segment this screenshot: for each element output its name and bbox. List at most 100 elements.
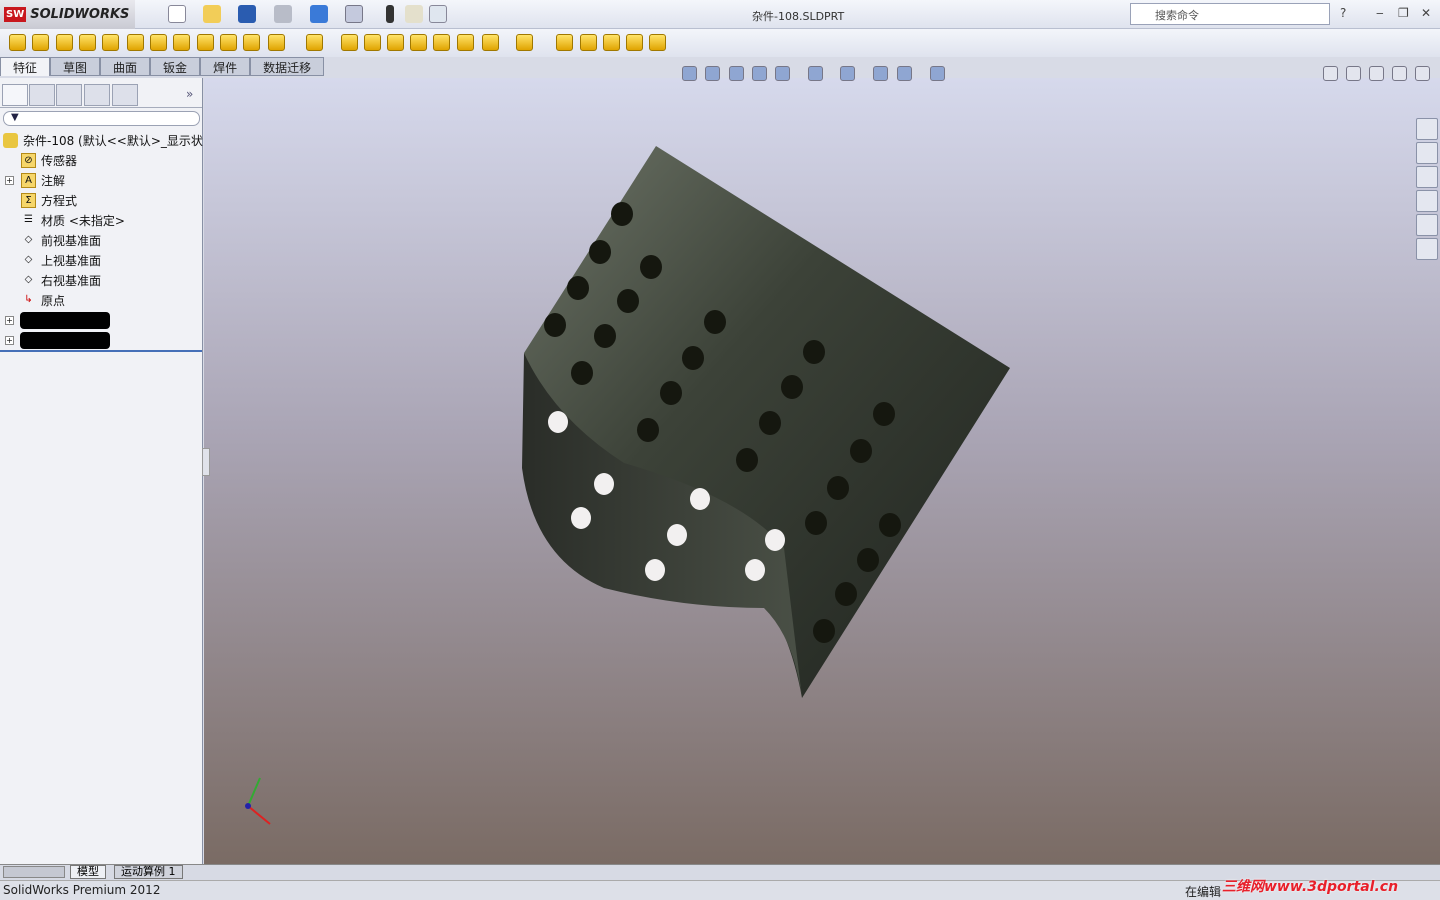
tab-sketch[interactable]: 草图 (50, 57, 101, 76)
feature-tool-icon[interactable] (364, 34, 381, 51)
tree-item-front-plane[interactable]: ◇ 前视基准面 (0, 230, 203, 250)
graphics-viewport[interactable] (204, 78, 1440, 864)
help-button[interactable]: ? (1340, 6, 1346, 20)
feature-tool-icon[interactable] (649, 34, 666, 51)
rollback-bar[interactable] (0, 350, 202, 352)
file-properties-icon[interactable] (405, 5, 423, 23)
view-tool-icon[interactable] (705, 66, 720, 81)
print-icon[interactable] (274, 5, 292, 23)
dimxpert-tab-icon[interactable] (84, 84, 110, 106)
search-commands-input[interactable]: 搜索命令 (1130, 3, 1330, 25)
options-icon[interactable] (429, 5, 447, 23)
open-folder-icon[interactable] (203, 5, 221, 23)
display-manager-tab-icon[interactable] (112, 84, 138, 106)
tab-weldments[interactable]: 焊件 (200, 57, 251, 76)
viewport-window-control-icon[interactable] (1346, 66, 1361, 81)
restore-button[interactable]: ❐ (1398, 6, 1409, 20)
feature-tool-icon[interactable] (173, 34, 190, 51)
viewport-window-control-icon[interactable] (1369, 66, 1384, 81)
file-explorer-icon[interactable] (1416, 166, 1438, 188)
view-tool-icon[interactable] (682, 66, 697, 81)
tab-sheet-metal[interactable]: 钣金 (150, 57, 201, 76)
feature-tool-icon[interactable] (433, 34, 450, 51)
tree-item-sensors[interactable]: ⊘ 传感器 (0, 150, 203, 170)
feature-tool-icon[interactable] (79, 34, 96, 51)
feature-tool-icon[interactable] (387, 34, 404, 51)
tab-model[interactable]: 模型 (70, 865, 106, 879)
home-resources-icon[interactable] (1416, 118, 1438, 140)
feature-tool-icon[interactable] (410, 34, 427, 51)
configuration-manager-tab-icon[interactable] (56, 84, 82, 106)
new-document-icon[interactable] (168, 5, 186, 23)
view-tool-icon[interactable] (930, 66, 945, 81)
feature-tool-icon[interactable] (150, 34, 167, 51)
feature-tool-icon[interactable] (482, 34, 499, 51)
feature-tree: 杂件-108 (默认<<默认>_显示状 ⊘ 传感器 + A 注解 Σ 方程式 ☰ 材质 <… (0, 130, 203, 350)
panel-collapse-handle[interactable] (202, 448, 210, 476)
feature-tool-icon[interactable] (306, 34, 323, 51)
expand-icon[interactable]: + (5, 175, 14, 185)
tree-filter-input[interactable]: ▼ (3, 111, 200, 126)
tree-root-part[interactable]: 杂件-108 (默认<<默认>_显示状 (0, 130, 203, 150)
feature-tool-icon[interactable] (220, 34, 237, 51)
tree-item-origin[interactable]: ↳ 原点 (0, 290, 203, 310)
viewport-window-control-icon[interactable] (1415, 66, 1430, 81)
viewport-window-control-icon[interactable] (1392, 66, 1407, 81)
hole (781, 375, 803, 399)
rebuild-icon[interactable] (386, 5, 394, 23)
tree-item-top-plane[interactable]: ◇ 上视基准面 (0, 250, 203, 270)
expand-chevron-icon[interactable]: » (186, 87, 193, 101)
view-tool-icon[interactable] (808, 66, 823, 81)
close-button[interactable]: ✕ (1421, 6, 1431, 20)
feature-tool-icon[interactable] (9, 34, 26, 51)
feature-tool-icon[interactable] (243, 34, 260, 51)
tab-features[interactable]: 特征 (0, 57, 51, 76)
through-hole (645, 559, 665, 581)
appearances-icon[interactable] (1416, 214, 1438, 236)
tree-item-equations[interactable]: Σ 方程式 (0, 190, 203, 210)
feature-tool-icon[interactable] (457, 34, 474, 51)
feature-tool-icon[interactable] (516, 34, 533, 51)
feature-tool-icon[interactable] (268, 34, 285, 51)
feature-tool-icon[interactable] (626, 34, 643, 51)
property-manager-tab-icon[interactable] (29, 84, 55, 106)
design-library-icon[interactable] (1416, 142, 1438, 164)
tab-scroll-arrows[interactable] (3, 866, 65, 878)
view-tool-icon[interactable] (752, 66, 767, 81)
part-icon (3, 132, 18, 148)
minimize-button[interactable]: ‒ (1376, 6, 1384, 20)
tab-motion-study[interactable]: 运动算例 1 (114, 865, 183, 879)
tab-surfaces[interactable]: 曲面 (100, 57, 151, 76)
feature-tool-icon[interactable] (580, 34, 597, 51)
feature-tool-icon[interactable] (197, 34, 214, 51)
view-tool-icon[interactable] (840, 66, 855, 81)
view-tool-icon[interactable] (873, 66, 888, 81)
tree-item-redacted[interactable]: + (0, 330, 203, 350)
feature-tool-icon[interactable] (32, 34, 49, 51)
feature-tool-icon[interactable] (56, 34, 73, 51)
view-tool-icon[interactable] (897, 66, 912, 81)
tree-item-redacted[interactable]: + (0, 310, 203, 330)
expand-icon[interactable]: + (5, 335, 14, 345)
solidworks-logo[interactable]: SW SOLIDWORKS (0, 0, 135, 29)
view-tool-icon[interactable] (729, 66, 744, 81)
view-tool-icon[interactable] (775, 66, 790, 81)
expand-icon[interactable]: + (5, 315, 14, 325)
tree-item-annotations[interactable]: + A 注解 (0, 170, 203, 190)
feature-tool-icon[interactable] (102, 34, 119, 51)
feature-tool-icon[interactable] (603, 34, 620, 51)
view-palette-icon[interactable] (1416, 190, 1438, 212)
tree-item-right-plane[interactable]: ◇ 右视基准面 (0, 270, 203, 290)
viewport-window-control-icon[interactable] (1323, 66, 1338, 81)
through-hole (667, 524, 687, 546)
feature-tool-icon[interactable] (127, 34, 144, 51)
undo-icon[interactable] (310, 5, 328, 23)
feature-tool-icon[interactable] (556, 34, 573, 51)
select-cursor-icon[interactable] (345, 5, 363, 23)
feature-manager-tab-icon[interactable] (2, 84, 28, 106)
tree-item-material[interactable]: ☰ 材质 <未指定> (0, 210, 203, 230)
save-icon[interactable] (238, 5, 256, 23)
custom-properties-icon[interactable] (1416, 238, 1438, 260)
feature-tool-icon[interactable] (341, 34, 358, 51)
tab-data-migration[interactable]: 数据迁移 (250, 57, 325, 76)
